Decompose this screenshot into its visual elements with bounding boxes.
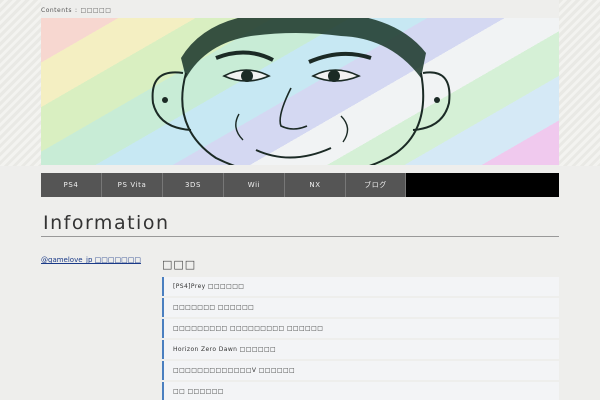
nav-item-label: Wii [247, 181, 261, 189]
nav-item-wii[interactable]: Wii [224, 173, 285, 197]
background-pattern-left [0, 0, 41, 166]
article-list: [PS4]Prey □□□□□□ □□□□□□□ □□□□□□ □□□□□□□□… [162, 277, 559, 400]
nav-item-3ds[interactable]: 3DS [163, 173, 224, 197]
breadcrumb-suffix: □□□□□ [80, 6, 112, 14]
list-item[interactable]: Horizon Zero Dawn □□□□□□ [162, 340, 559, 359]
twitter-link[interactable]: @gamelove_jp □□□□□□□ [41, 256, 141, 264]
nav-item-label: ブログ [364, 181, 387, 189]
page-title: Information [43, 212, 170, 234]
nav-item-nx[interactable]: NX [285, 173, 346, 197]
list-item[interactable]: [PS4]Prey □□□□□□ [162, 277, 559, 296]
contents-label: Contents [41, 6, 72, 14]
list-item[interactable]: □□□□□□□□□□□□□V □□□□□□ [162, 361, 559, 380]
main-nav: PS4 PS Vita 3DS Wii NX ブログ [41, 173, 559, 197]
page-heading: Information [41, 210, 559, 237]
list-item-label: □□□□□□□ □□□□□□ [173, 304, 255, 311]
header-banner [41, 18, 559, 165]
list-item-label: [PS4]Prey □□□□□□ [173, 283, 245, 290]
list-item-label: Horizon Zero Dawn □□□□□□ [173, 346, 277, 353]
list-item[interactable]: □□□□□□□ □□□□□□ [162, 298, 559, 317]
face-illustration [151, 18, 451, 165]
nav-item-blog[interactable]: ブログ [346, 173, 406, 197]
nav-item-label: NX [309, 181, 321, 189]
nav-item-ps4[interactable]: PS4 [41, 173, 102, 197]
section-title: □□□ [162, 258, 197, 271]
nav-item-ps-vita[interactable]: PS Vita [102, 173, 163, 197]
nav-item-label: PS Vita [117, 181, 147, 189]
breadcrumb-separator: : [75, 6, 78, 14]
list-item-label: □□□□□□□□□ □□□□□□□□□ □□□□□□ [173, 325, 324, 332]
nav-item-label: PS4 [63, 181, 79, 189]
background-pattern-right [559, 0, 600, 166]
breadcrumb: Contents : □□□□□ [41, 4, 111, 16]
list-item-label: □□ □□□□□□ [173, 388, 224, 395]
list-item[interactable]: □□ □□□□□□ [162, 382, 559, 400]
list-item[interactable]: □□□□□□□□□ □□□□□□□□□ □□□□□□ [162, 319, 559, 338]
list-item-label: □□□□□□□□□□□□□V □□□□□□ [173, 367, 296, 374]
nav-item-label: 3DS [184, 181, 202, 189]
